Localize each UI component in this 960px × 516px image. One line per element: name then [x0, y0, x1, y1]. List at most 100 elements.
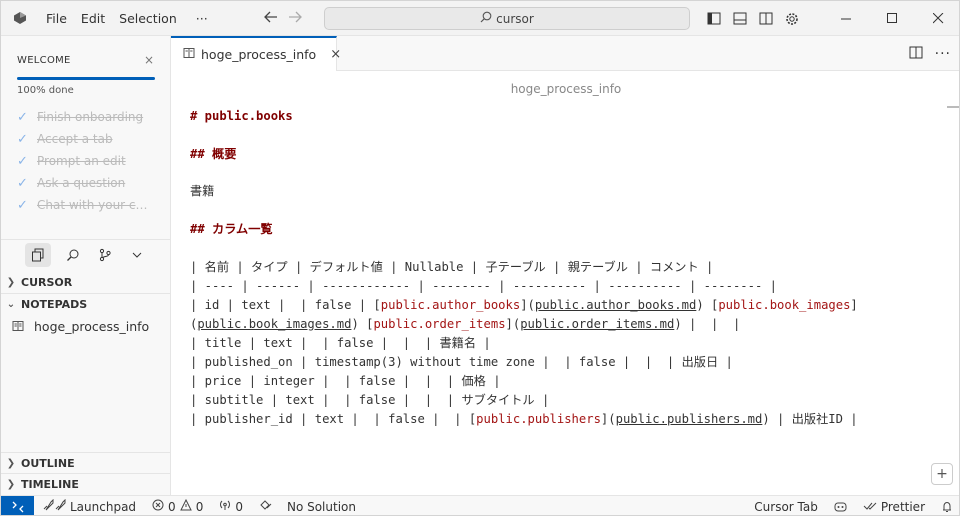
chevron-right-icon: ❯ [6, 276, 16, 288]
search-icon [480, 11, 492, 26]
notifications-bell-icon[interactable] [933, 496, 959, 515]
forward-arrow-icon[interactable] [288, 11, 302, 26]
broadcast-icon [219, 499, 231, 514]
progress-text: 100% done [17, 85, 74, 96]
editor-tab-bar: hoge_process_info × ··· [171, 36, 959, 71]
notepad-file-icon [1, 320, 34, 332]
link-text[interactable]: public.book_images [718, 298, 850, 312]
text-span: | publisher_id | text | | false | | [ [190, 412, 477, 426]
task-label: Chat with your co... [37, 198, 149, 212]
section-cursor[interactable]: ❯ CURSOR [1, 271, 171, 293]
table-line: | id | text | | false | [public.author_b… [190, 296, 858, 315]
section-outline[interactable]: ❯ OUTLINE [1, 452, 171, 474]
table-line: | 名前 | タイプ | デフォルト値 | Nullable | 子テーブル |… [190, 260, 714, 274]
toggle-secondary-sidebar-icon[interactable] [753, 1, 779, 36]
link-url[interactable]: public.book_images.md [197, 317, 351, 331]
welcome-close-button[interactable]: × [144, 53, 154, 67]
warning-count: 0 [195, 499, 204, 514]
toggle-primary-sidebar-icon[interactable] [701, 1, 727, 36]
toggle-panel-icon[interactable] [727, 1, 753, 36]
cursor-tab-label: Cursor Tab [754, 500, 818, 514]
text-span: ) [ [696, 298, 719, 312]
menu-bar: File Edit Selection ··· [39, 1, 215, 36]
error-icon [152, 499, 164, 514]
cursor-logo-icon [1, 1, 39, 36]
minimize-icon[interactable] [823, 1, 869, 36]
menu-more[interactable]: ··· [184, 11, 215, 26]
notepad-item-label: hoge_process_info [34, 318, 150, 334]
task-item[interactable]: ✓ Ask a question [17, 172, 167, 194]
nav-buttons [264, 1, 302, 36]
link-url[interactable]: public.author_books.md [535, 298, 696, 312]
chevron-right-icon: ❯ [6, 479, 16, 490]
task-item[interactable]: ✓ Accept a tab [17, 128, 167, 150]
section-cursor-label: CURSOR [21, 275, 73, 289]
tab-close-icon[interactable]: × [330, 47, 341, 62]
chevron-down-icon[interactable] [121, 240, 153, 270]
notepad-tab-icon [183, 47, 195, 62]
editor-area[interactable]: hoge_process_info # public.books ## 概要 書… [171, 71, 959, 495]
solution-label: No Solution [286, 499, 356, 514]
notepad-item[interactable]: hoge_process_info [1, 315, 171, 337]
menu-edit[interactable]: Edit [74, 11, 112, 26]
add-button[interactable]: + [931, 463, 953, 485]
text-line: 書籍 [190, 184, 215, 198]
error-count: 0 [168, 499, 176, 514]
link-text[interactable]: public.publishers [476, 412, 601, 426]
text-span: ] [850, 298, 858, 312]
section-outline-label: OUTLINE [21, 457, 75, 470]
launchpad-item[interactable]: Launchpad [34, 496, 144, 516]
task-label: Accept a tab [37, 132, 113, 146]
section-notepads[interactable]: ⌄ NOTEPADS [1, 293, 171, 315]
close-window-icon[interactable] [915, 1, 959, 36]
link-text[interactable]: public.author_books [381, 298, 520, 312]
task-item[interactable]: ✓ Prompt an edit [17, 150, 167, 172]
double-check-icon [863, 500, 877, 514]
problems-item[interactable]: 0 0 [144, 496, 211, 516]
text-span: ]( [600, 412, 616, 426]
heading-line: # public.books [190, 109, 293, 123]
sidebar: WELCOME × 100% done ✓ Finish onboarding ✓… [1, 36, 171, 495]
tab-hoge-process-info[interactable]: hoge_process_info × [171, 36, 341, 71]
settings-gear-icon[interactable] [779, 1, 805, 36]
scrollbar-thumb[interactable] [947, 106, 959, 108]
task-label: Ask a question [37, 176, 126, 190]
welcome-header: WELCOME [17, 55, 71, 66]
text-span: ) [ [351, 317, 374, 331]
ports-item[interactable]: 0 [211, 496, 251, 516]
split-editor-icon[interactable] [909, 46, 923, 62]
section-timeline[interactable]: ❯ TIMELINE [1, 473, 171, 495]
solution-icon [259, 499, 273, 514]
link-url[interactable]: public.publishers.md [616, 412, 763, 426]
menu-selection[interactable]: Selection [112, 11, 184, 26]
remote-indicator-icon[interactable] [1, 495, 34, 515]
warning-icon [179, 498, 192, 514]
table-line: | subtitle | text | | false | | | サブタイトル… [190, 393, 550, 407]
copy-files-icon[interactable] [25, 242, 51, 267]
rocket-icon [42, 498, 66, 514]
solution-item[interactable]: No Solution [251, 496, 364, 516]
maximize-icon[interactable] [869, 1, 915, 36]
search-sidebar-icon[interactable] [57, 240, 89, 270]
sidebar-activity-row [1, 239, 171, 269]
task-label: Prompt an edit [37, 154, 126, 168]
back-arrow-icon[interactable] [264, 11, 278, 26]
copilot-icon[interactable] [826, 496, 855, 515]
more-actions-icon[interactable]: ··· [935, 46, 951, 62]
cursor-tab-item[interactable]: Cursor Tab [746, 496, 826, 515]
link-text[interactable]: public.order_items [373, 317, 505, 331]
source-control-icon[interactable] [89, 240, 121, 270]
prettier-item[interactable]: Prettier [855, 496, 933, 515]
chevron-right-icon: ❯ [6, 458, 16, 469]
task-item[interactable]: ✓ Chat with your co... [17, 194, 167, 216]
link-url[interactable]: public.order_items.md [520, 317, 674, 331]
status-right: Cursor Tab Prettier [746, 496, 959, 515]
menu-file[interactable]: File [39, 11, 74, 26]
check-icon: ✓ [17, 175, 28, 191]
task-item[interactable]: ✓ Finish onboarding [17, 106, 167, 128]
command-center-search[interactable]: cursor [324, 7, 690, 30]
table-line: | publisher_id | text | | false | | [pub… [190, 410, 858, 429]
onboarding-task-list: ✓ Finish onboarding ✓ Accept a tab ✓ Prompt… [17, 106, 167, 216]
section-timeline-label: TIMELINE [21, 478, 79, 491]
section-notepads-label: NOTEPADS [21, 298, 88, 311]
